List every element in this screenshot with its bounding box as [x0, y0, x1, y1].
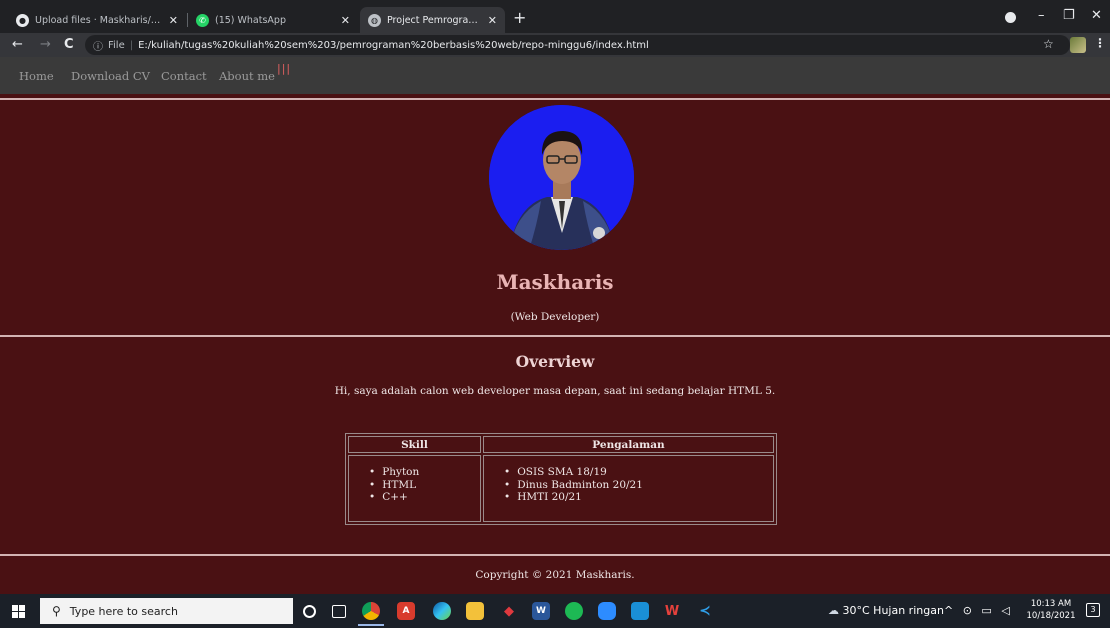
- overview-text: Hi, saya adalah calon web developer masa…: [334, 385, 776, 397]
- divider: [0, 554, 1110, 556]
- minimize-button[interactable]: –: [1038, 8, 1045, 23]
- skill-cell: Phyton HTML C++: [348, 455, 481, 522]
- nav-download-cv-link[interactable]: Download CV: [71, 69, 150, 83]
- info-icon[interactable]: ⓘ: [93, 38, 103, 53]
- close-tab-icon[interactable]: ✕: [169, 14, 178, 27]
- clock-date: 10/18/2021: [1026, 611, 1076, 621]
- task-view-icon[interactable]: [332, 605, 346, 618]
- active-app-indicator: [358, 624, 384, 626]
- github-icon: ●: [16, 13, 29, 27]
- restore-button[interactable]: ❐: [1063, 8, 1075, 23]
- weather-widget[interactable]: ☁ 30°C Hujan ringan: [828, 604, 944, 617]
- list-item: Phyton: [369, 466, 480, 479]
- profile-name: Maskharis: [496, 270, 614, 294]
- globe-icon: ◍: [368, 13, 381, 27]
- column-header-skill: Skill: [348, 436, 481, 453]
- bookmark-star-icon[interactable]: ☆: [1043, 37, 1054, 51]
- experience-list: OSIS SMA 18/19 Dinus Badminton 20/21 HMT…: [484, 466, 773, 504]
- chrome-menu-icon[interactable]: ⋮: [1094, 36, 1106, 50]
- clock-time: 10:13 AM: [1030, 599, 1072, 609]
- profile-icon[interactable]: [1005, 12, 1016, 23]
- close-tab-icon[interactable]: ✕: [488, 14, 497, 27]
- tab-github-upload[interactable]: ● Upload files · Maskharis/pemrog ✕: [8, 7, 186, 33]
- site-navbar: Home Download CV Contact About me |||: [0, 57, 1110, 94]
- whatsapp-icon: ✆: [196, 13, 209, 27]
- tab-whatsapp[interactable]: ✆ (15) WhatsApp ✕: [188, 7, 358, 33]
- system-tray-icons[interactable]: ^ ⊙ ▭ ◁: [944, 604, 1013, 617]
- browser-toolbar: ← → C ⓘ File | E:/kuliah/tugas%20kuliah%…: [0, 33, 1110, 57]
- list-item: HTML: [369, 479, 480, 492]
- vscode-icon[interactable]: ≺: [696, 602, 714, 620]
- mail-icon[interactable]: [631, 602, 649, 620]
- table-header-row: Skill Pengalaman: [348, 436, 774, 453]
- notification-center-icon[interactable]: 3: [1086, 603, 1100, 617]
- experience-cell: OSIS SMA 18/19 Dinus Badminton 20/21 HMT…: [483, 455, 774, 522]
- profile-role: (Web Developer): [510, 311, 600, 323]
- back-button[interactable]: ←: [12, 37, 23, 53]
- word-icon[interactable]: W: [532, 602, 550, 620]
- taskbar-search-input[interactable]: ⚲ Type here to search: [40, 598, 293, 624]
- tab-title: (15) WhatsApp: [215, 14, 286, 26]
- overview-heading: Overview: [515, 352, 595, 371]
- extension-icon[interactable]: [1070, 37, 1086, 53]
- close-window-button[interactable]: ✕: [1091, 8, 1102, 23]
- address-bar[interactable]: ⓘ File | E:/kuliah/tugas%20kuliah%20sem%…: [85, 35, 1070, 55]
- list-item: C++: [369, 491, 480, 504]
- skill-experience-table: Skill Pengalaman Phyton HTML C++ OSIS SM…: [345, 433, 777, 525]
- edge-icon[interactable]: [433, 602, 451, 620]
- spotify-icon[interactable]: [565, 602, 583, 620]
- tab-strip: ● Upload files · Maskharis/pemrog ✕ ✆ (1…: [0, 0, 1110, 33]
- close-tab-icon[interactable]: ✕: [341, 14, 350, 27]
- profile-avatar: [489, 105, 634, 250]
- forward-button[interactable]: →: [40, 37, 51, 53]
- nav-about-link[interactable]: About me: [219, 69, 275, 83]
- url-scheme: File: [108, 39, 125, 51]
- reload-button[interactable]: C: [64, 37, 74, 53]
- cortana-icon[interactable]: [303, 605, 316, 618]
- tab-title: Project Pemrograman Website: [387, 14, 482, 26]
- footer-copyright: Copyright © 2021 Maskharis.: [475, 569, 635, 581]
- acrobat-icon[interactable]: A: [397, 602, 415, 620]
- taskbar-clock[interactable]: 10:13 AM 10/18/2021: [1026, 598, 1076, 622]
- nav-home-link[interactable]: Home: [19, 69, 54, 83]
- weather-text: 30°C Hujan ringan: [842, 604, 944, 617]
- list-item: OSIS SMA 18/19: [504, 466, 773, 479]
- file-explorer-icon[interactable]: [466, 602, 484, 620]
- ruby-icon[interactable]: ◆: [500, 602, 518, 620]
- notification-count: 3: [1090, 605, 1096, 614]
- web-page: Home Download CV Contact About me ||| Ma…: [0, 57, 1110, 594]
- skill-list: Phyton HTML C++: [349, 466, 480, 504]
- chrome-icon[interactable]: [362, 602, 380, 620]
- nav-contact-link[interactable]: Contact: [161, 69, 207, 83]
- divider: [0, 98, 1110, 100]
- list-item: HMTI 20/21: [504, 491, 773, 504]
- weather-cloud-icon: ☁: [828, 604, 839, 617]
- url-text[interactable]: E:/kuliah/tugas%20kuliah%20sem%203/pemro…: [138, 40, 649, 51]
- divider: [0, 335, 1110, 337]
- hamburger-menu-icon[interactable]: |||: [277, 62, 291, 75]
- windows-start-icon[interactable]: [12, 605, 25, 618]
- url-divider: |: [129, 39, 134, 51]
- wps-icon[interactable]: W: [663, 602, 681, 620]
- list-item: Dinus Badminton 20/21: [504, 479, 773, 492]
- tab-title: Upload files · Maskharis/pemrog: [35, 14, 163, 26]
- search-placeholder: Type here to search: [69, 604, 178, 618]
- tab-project-website[interactable]: ◍ Project Pemrograman Website ✕: [360, 7, 505, 33]
- taskbar: ⚲ Type here to search A ◆ W W ≺ ☁ 30°C H…: [0, 594, 1110, 628]
- profile-photo: [489, 105, 634, 250]
- search-icon: ⚲: [52, 604, 61, 618]
- new-tab-button[interactable]: +: [513, 10, 526, 26]
- table-row: Phyton HTML C++ OSIS SMA 18/19 Dinus Bad…: [348, 455, 774, 522]
- zoom-icon[interactable]: [598, 602, 616, 620]
- column-header-experience: Pengalaman: [483, 436, 774, 453]
